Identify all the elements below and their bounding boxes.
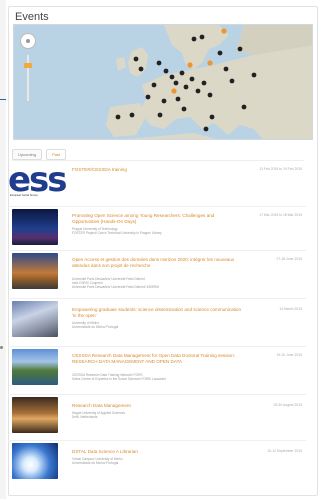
event-date: 10-12 September 2015 [267,449,302,453]
event-date: 29-30 August 2015 [273,403,302,407]
event-date: 19-20 June 2015 [276,353,302,357]
event-item[interactable]: Promoting Open Science among Young Resea… [8,209,306,251]
event-item[interactable]: CESSDA Research Data Management for Open… [8,349,306,395]
ess-logo-subtitle: European Social Survey [10,194,38,197]
event-title[interactable]: CESSDA Research Data Management for Open… [72,353,242,365]
event-item[interactable]: ess European Social Survey FOSTER/CESSDA… [8,163,306,207]
event-meta-place: Universidade do Minho/ Portugal [72,325,119,329]
event-item[interactable]: DSTAL Data Science A Librarian Virtual C… [8,443,306,493]
events-map[interactable] [13,24,313,140]
event-meta-place: Swiss Centre of Expertise in the Social … [72,377,167,381]
event-date: 14 March 2015 [279,307,302,311]
event-meta-place: FOSTER Project/ Czech Technical Universi… [72,231,162,235]
map-zoom-slider[interactable] [27,55,29,101]
event-date: 27-28 June 2015 [276,257,302,261]
event-date: 13 Feb 2015 to 19 Feb 2015 [259,167,302,171]
event-tabs: Upcoming Past [12,149,67,160]
map-zoom-handle[interactable] [24,63,32,68]
event-item[interactable]: Empowering graduate students: science di… [8,301,306,347]
map-land-iberia [106,103,146,137]
ess-logo-text: ess [8,163,66,200]
event-thumbnail [12,443,58,479]
ess-logo: ess European Social Survey [8,163,66,203]
event-title[interactable]: Open Access et gestion des données dans … [72,257,242,269]
event-title[interactable]: Research Data Management [72,403,242,409]
event-thumbnail [12,349,58,385]
event-meta-place: Universidade do Minho/ Portugal [72,461,119,465]
map-land-ireland [116,57,126,71]
tabs-divider [12,160,304,161]
event-thumbnail [12,397,58,433]
event-item[interactable]: Open Access et gestion des données dans … [8,253,306,299]
event-date: 17 Mar 2015 to 18 Mar 2015 [259,213,302,217]
event-title[interactable]: FOSTER/CESSDA training [72,167,242,173]
map-land-britain [128,47,148,77]
map-canvas [106,25,312,139]
map-land-continent [140,45,312,139]
event-item[interactable]: Research Data Management Hague Universit… [8,397,306,441]
event-thumbnail [12,301,58,337]
edge-link-fragment[interactable] [0,88,6,100]
map-pan-control[interactable] [20,33,36,49]
event-meta-extra: Université Paris Descartes/ Université P… [72,285,159,289]
event-title[interactable]: Empowering graduate students: science di… [72,307,242,319]
event-meta-place: Delft, Netherlands [72,415,98,419]
edge-bullet [0,346,3,349]
tab-past[interactable]: Past [46,149,67,160]
event-thumbnail [12,209,58,245]
page-left-margin [0,0,6,499]
event-title[interactable]: DSTAL Data Science A Librarian [72,449,242,455]
event-title[interactable]: Promoting Open Science among Young Resea… [72,213,242,225]
events-heading: Events [15,11,49,23]
tab-upcoming[interactable]: Upcoming [12,149,43,160]
map-land-scandinavia [164,25,229,69]
event-thumbnail [12,253,58,289]
